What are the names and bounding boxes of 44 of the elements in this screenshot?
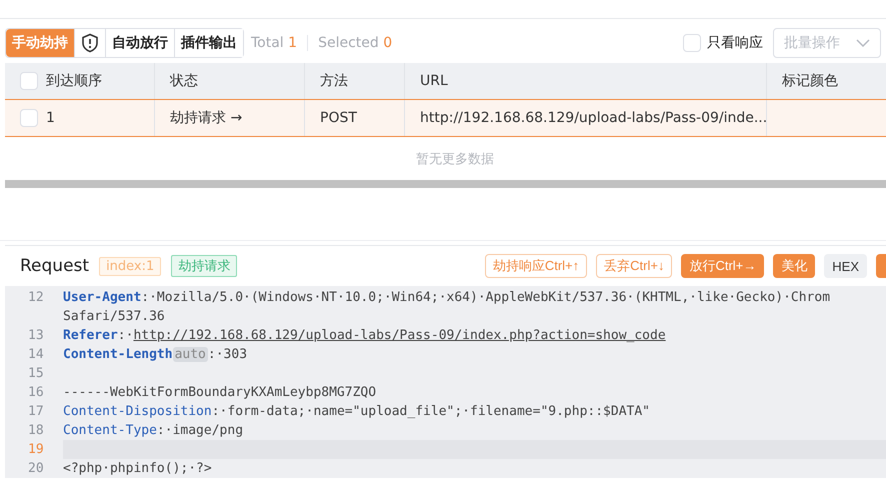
code-line: Referer:·http://192.168.68.129/upload-labs/Pass-09/index.php?action=show_code (63, 327, 667, 345)
table-cell: http://192.168.68.129/upload-labs/Pass-09/inde... (405, 100, 767, 136)
table-cell: 劫持请求 → (155, 100, 305, 136)
code-line: Content-Length auto:·303 (63, 346, 248, 364)
select-all-checkbox[interactable] (20, 72, 38, 90)
code-line: Safari/537.36 (63, 308, 166, 326)
line-number: 15 (27, 365, 45, 383)
action-button[interactable]: 美化 (773, 254, 816, 278)
checkbox[interactable] (683, 34, 701, 52)
line-number: 20 (27, 460, 45, 478)
code-editor[interactable] (5, 286, 886, 478)
code-line: User-Agent:·Mozilla/5.0·(Windows·NT·10.0;·Win64;·x64)·AppleWebKit/537.36·(KHTML,·like·Gecko)·Chrom (63, 289, 832, 307)
table-cell: POST (305, 100, 405, 136)
line-number: 19 (27, 441, 45, 459)
action-button[interactable] (876, 254, 886, 278)
line-number: 14 (27, 346, 45, 364)
chevron-down-icon (856, 39, 870, 47)
cell-text: 1 (46, 110, 55, 126)
status-tag: 劫持请求 (171, 255, 238, 277)
row-checkbox[interactable] (20, 109, 38, 127)
line-number: 12 (27, 289, 45, 307)
line-number: 16 (27, 384, 45, 402)
action-button[interactable]: 丢弃Ctrl+↓ (596, 254, 672, 278)
index-tag: index:1 (99, 256, 162, 276)
shield-icon (81, 33, 99, 53)
selected-count: Selected 0 (318, 35, 392, 51)
empty-message: 暂无更多数据 (415, 151, 495, 169)
checkbox-label[interactable]: 只看响应 (707, 34, 763, 52)
action-button[interactable]: 劫持响应Ctrl+↑ (484, 254, 588, 278)
total-count: Total 1 (251, 35, 298, 51)
line-number: 17 (27, 403, 45, 421)
action-button[interactable]: HEX (824, 254, 867, 278)
code-line: <?php·phpinfo();·?> (63, 460, 213, 478)
code-line: Content-Disposition:·form-data;·name="upload_file";·filename="9.php::$DATA" (63, 403, 652, 421)
action-button[interactable]: 放行Ctrl+→ (681, 254, 764, 278)
code-line: Content-Type:·image/png (63, 422, 244, 440)
mode-tab[interactable]: 手动劫持 (6, 29, 75, 57)
column-title: 到达顺序 (46, 72, 102, 90)
line-number: 18 (27, 422, 45, 440)
code-line: ------WebKitFormBoundaryKXAmLeybp8MG7ZQO (63, 384, 378, 402)
line-number: 13 (27, 327, 45, 345)
panel-title: Request (20, 256, 90, 276)
scrollbar[interactable] (5, 180, 886, 188)
table-row[interactable]: 1 劫持请求 → POST http://192.168.68.129/upload-labs/Pass-09/inde... (5, 99, 886, 137)
